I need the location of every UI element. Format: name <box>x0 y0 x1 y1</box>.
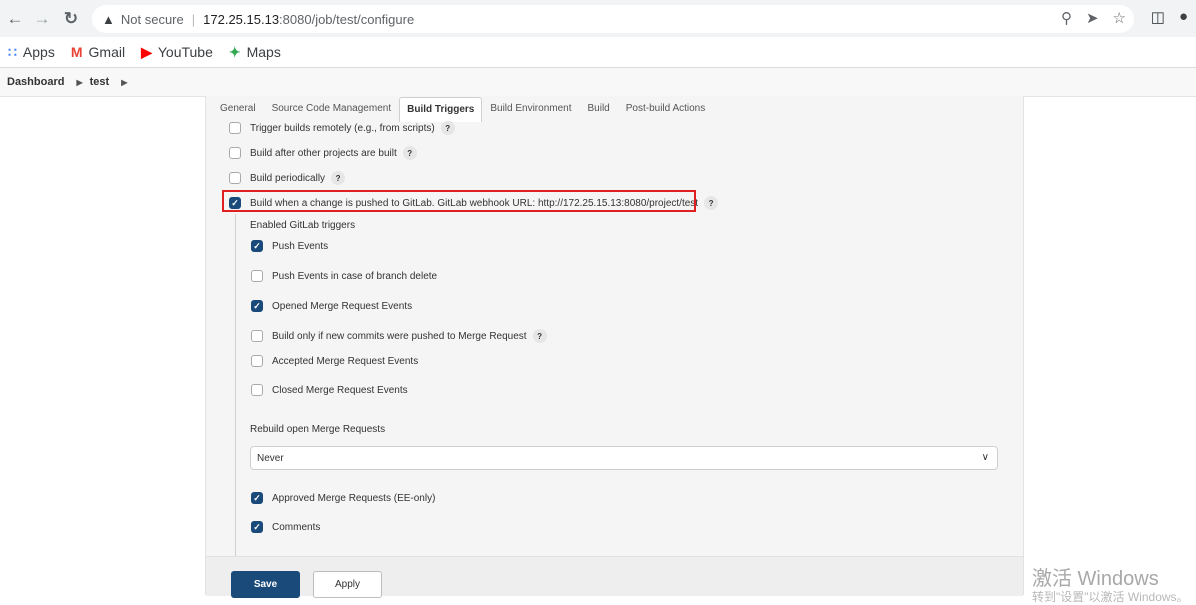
config-tabs: General Source Code Management Build Tri… <box>206 96 713 122</box>
tab-post-build-actions[interactable]: Post-build Actions <box>618 96 714 122</box>
help-icon[interactable]: ? <box>402 146 417 160</box>
approved-mr-checkbox[interactable]: ✓ <box>251 492 263 504</box>
option-label: Closed Merge Request Events <box>272 384 408 396</box>
help-icon[interactable]: ? <box>331 171 346 185</box>
bookmark-label: Maps <box>246 44 281 60</box>
url-divider: | <box>191 11 196 27</box>
rebuild-select[interactable]: Never ∨ <box>250 446 998 470</box>
tab-build-triggers[interactable]: Build Triggers <box>399 97 483 122</box>
reload-icon[interactable]: ↻ <box>60 8 82 30</box>
trigger-label: Build periodically <box>250 172 326 184</box>
windows-activation-watermark: 激活 Windows <box>1032 568 1159 590</box>
closed-mr-checkbox[interactable] <box>251 384 263 396</box>
forward-icon[interactable]: → <box>31 8 53 30</box>
url-path: :8080/job/test/configure <box>279 11 415 27</box>
back-icon[interactable]: ← <box>4 8 26 30</box>
tab-build[interactable]: Build <box>580 96 618 122</box>
push-events-row[interactable]: ✓ Push Events <box>251 240 328 252</box>
trigger-after-other-row[interactable]: Build after other projects are built ? <box>229 146 417 160</box>
bookmarks-bar: ∷ Apps M Gmail ▶ YouTube ✦ Maps <box>0 37 1196 68</box>
save-button[interactable]: Save <box>231 571 300 598</box>
trigger-periodically-checkbox[interactable] <box>229 172 241 184</box>
bookmark-apps[interactable]: ∷ Apps <box>8 44 55 61</box>
trigger-label: Trigger builds remotely (e.g., from scri… <box>250 122 435 134</box>
security-status: Not secure <box>120 11 184 27</box>
bookmark-label: YouTube <box>157 44 213 60</box>
comments-row[interactable]: ✓ Comments <box>251 521 320 533</box>
browser-toolbar: ← → ↻ ▲ Not secure | 172.25.15.13 :8080/… <box>0 0 1196 37</box>
comments-checkbox[interactable]: ✓ <box>251 521 263 533</box>
push-events-checkbox[interactable]: ✓ <box>251 240 263 252</box>
tab-build-environment[interactable]: Build Environment <box>482 96 579 122</box>
bookmark-label: Apps <box>22 44 55 60</box>
zoom-icon[interactable]: ⚲ <box>1061 9 1072 27</box>
help-icon[interactable]: ? <box>532 329 547 343</box>
breadcrumb-dashboard[interactable]: Dashboard <box>7 76 64 88</box>
url-host: 172.25.15.13 <box>203 11 280 27</box>
bookmark-maps[interactable]: ✦ Maps <box>229 44 281 61</box>
trigger-after-other-checkbox[interactable] <box>229 147 241 159</box>
build-new-commits-checkbox[interactable] <box>251 330 263 342</box>
closed-mr-row[interactable]: Closed Merge Request Events <box>251 384 408 396</box>
push-branch-delete-checkbox[interactable] <box>251 270 263 282</box>
chevron-down-icon: ∨ <box>981 452 989 463</box>
option-label: Push Events <box>272 240 329 252</box>
breadcrumb-test[interactable]: test <box>90 76 110 88</box>
accepted-mr-checkbox[interactable] <box>251 355 263 367</box>
opened-mr-row[interactable]: ✓ Opened Merge Request Events <box>251 300 412 312</box>
rebuild-label: Rebuild open Merge Requests <box>250 424 386 435</box>
windows-activation-subtitle: 转到"设置"以激活 Windows。 <box>1032 590 1189 604</box>
highlight-box <box>222 190 696 212</box>
push-branch-delete-row[interactable]: Push Events in case of branch delete <box>251 270 437 282</box>
trigger-remote-row[interactable]: Trigger builds remotely (e.g., from scri… <box>229 121 455 135</box>
opened-mr-checkbox[interactable]: ✓ <box>251 300 263 312</box>
trigger-label: Build after other projects are built <box>250 147 397 159</box>
rebuild-select-value: Never <box>257 452 284 464</box>
chevron-right-icon[interactable]: ▶ <box>76 78 82 87</box>
option-label: Build only if new commits were pushed to… <box>272 330 527 342</box>
build-new-commits-row[interactable]: Build only if new commits were pushed to… <box>251 329 547 343</box>
enabled-gitlab-triggers-label: Enabled GitLab triggers <box>250 220 356 231</box>
maps-icon: ✦ <box>228 43 241 60</box>
chevron-right-icon[interactable]: ▶ <box>121 78 127 87</box>
apply-button[interactable]: Apply <box>313 571 382 598</box>
warning-icon: ▲ <box>102 11 115 27</box>
bookmark-label: Gmail <box>88 44 126 60</box>
config-panel: General Source Code Management Build Tri… <box>205 96 1024 598</box>
bottom-button-bar: Save Apply <box>206 556 1023 598</box>
option-label: Comments <box>272 521 321 533</box>
tab-general[interactable]: General <box>206 96 264 122</box>
option-label: Accepted Merge Request Events <box>272 355 419 367</box>
option-label: Opened Merge Request Events <box>272 300 413 312</box>
star-icon[interactable]: ☆ <box>1113 9 1126 27</box>
breadcrumb: Dashboard ▶ test ▶ <box>0 68 1196 97</box>
accepted-mr-row[interactable]: Accepted Merge Request Events <box>251 355 418 367</box>
approved-mr-row[interactable]: ✓ Approved Merge Requests (EE-only) <box>251 492 435 504</box>
bookmark-gmail[interactable]: M Gmail <box>71 44 125 60</box>
gmail-icon: M <box>70 44 83 60</box>
help-icon[interactable]: ? <box>704 196 719 210</box>
trigger-remote-checkbox[interactable] <box>229 122 241 134</box>
profile-icon[interactable]: ● <box>1179 8 1188 26</box>
indent-guide <box>235 214 236 564</box>
youtube-icon: ▶ <box>141 43 152 60</box>
help-icon[interactable]: ? <box>440 121 455 135</box>
trigger-periodically-row[interactable]: Build periodically ? <box>229 171 346 185</box>
tab-source-code-management[interactable]: Source Code Management <box>264 96 400 122</box>
option-label: Approved Merge Requests (EE-only) <box>272 492 436 504</box>
apps-grid-icon: ∷ <box>8 43 17 60</box>
address-bar[interactable]: ▲ Not secure | 172.25.15.13 :8080/job/te… <box>92 5 1134 33</box>
send-icon[interactable]: ➤ <box>1086 9 1099 27</box>
sidebar-icon[interactable]: ◫ <box>1151 8 1165 26</box>
option-label: Push Events in case of branch delete <box>272 270 438 282</box>
bookmark-youtube[interactable]: ▶ YouTube <box>141 44 213 61</box>
